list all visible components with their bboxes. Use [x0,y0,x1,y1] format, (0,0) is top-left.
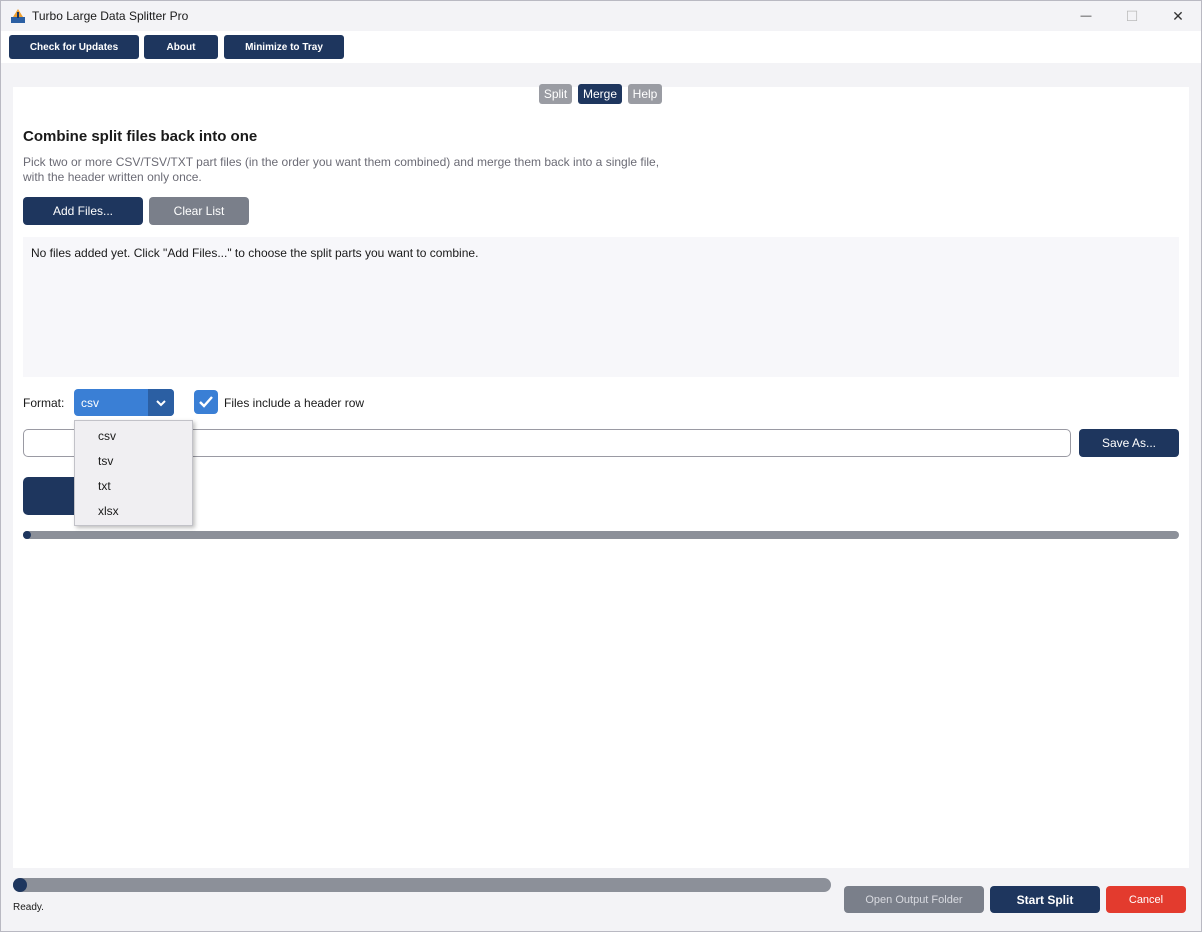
check-for-updates-button[interactable]: Check for Updates [9,35,139,59]
toolbar: Check for Updates About Minimize to Tray [0,31,1202,63]
checkmark-icon [199,396,213,408]
close-window-button[interactable]: ✕ [1155,1,1201,31]
merge-progress-indicator [23,531,31,539]
merge-progress-bar [23,531,1179,539]
tab-help[interactable]: Help [628,84,662,104]
maximize-window-button[interactable]: ☐ [1109,1,1155,31]
overall-progress-indicator [13,878,27,892]
page-title: Combine split files back into one [23,128,258,145]
header-row-label: Files include a header row [224,396,365,410]
format-option-csv[interactable]: csv [98,429,116,443]
save-as-button[interactable]: Save As... [1079,429,1179,457]
window-title: Turbo Large Data Splitter Pro [32,9,189,23]
chevron-down-icon[interactable] [148,389,174,416]
page-description: Pick two or more CSV/TSV/TXT part files … [23,155,660,184]
format-selected-value: csv [81,396,99,410]
minimize-window-button[interactable]: — [1063,1,1109,31]
open-output-folder-button[interactable]: Open Output Folder [844,886,984,913]
format-select[interactable]: csv [74,389,174,416]
tab-merge[interactable]: Merge [578,84,622,104]
clear-list-button[interactable]: Clear List [149,197,249,225]
maximize-icon: ☐ [1125,7,1139,24]
app-icon [10,8,26,24]
status-text: Ready. [13,902,44,913]
tab-split[interactable]: Split [539,84,572,104]
title-bar: Turbo Large Data Splitter Pro — ☐ ✕ [1,1,1201,31]
about-button[interactable]: About [144,35,218,59]
format-option-txt[interactable]: txt [98,479,111,493]
minimize-to-tray-button[interactable]: Minimize to Tray [224,35,344,59]
file-list-placeholder: No files added yet. Click "Add Files..."… [31,246,479,260]
format-option-xlsx[interactable]: xlsx [98,504,119,518]
format-option-tsv[interactable]: tsv [98,454,113,468]
close-icon: ✕ [1172,7,1184,24]
overall-progress-bar [13,878,831,892]
format-dropdown-menu: csv tsv txt xlsx [74,420,193,526]
add-files-button[interactable]: Add Files... [23,197,143,225]
file-list[interactable]: No files added yet. Click "Add Files..."… [23,237,1179,377]
format-label: Format: [23,396,65,410]
minimize-icon: — [1080,10,1092,22]
cancel-button[interactable]: Cancel [1106,886,1186,913]
start-split-button[interactable]: Start Split [990,886,1100,913]
header-row-checkbox[interactable] [194,390,218,414]
